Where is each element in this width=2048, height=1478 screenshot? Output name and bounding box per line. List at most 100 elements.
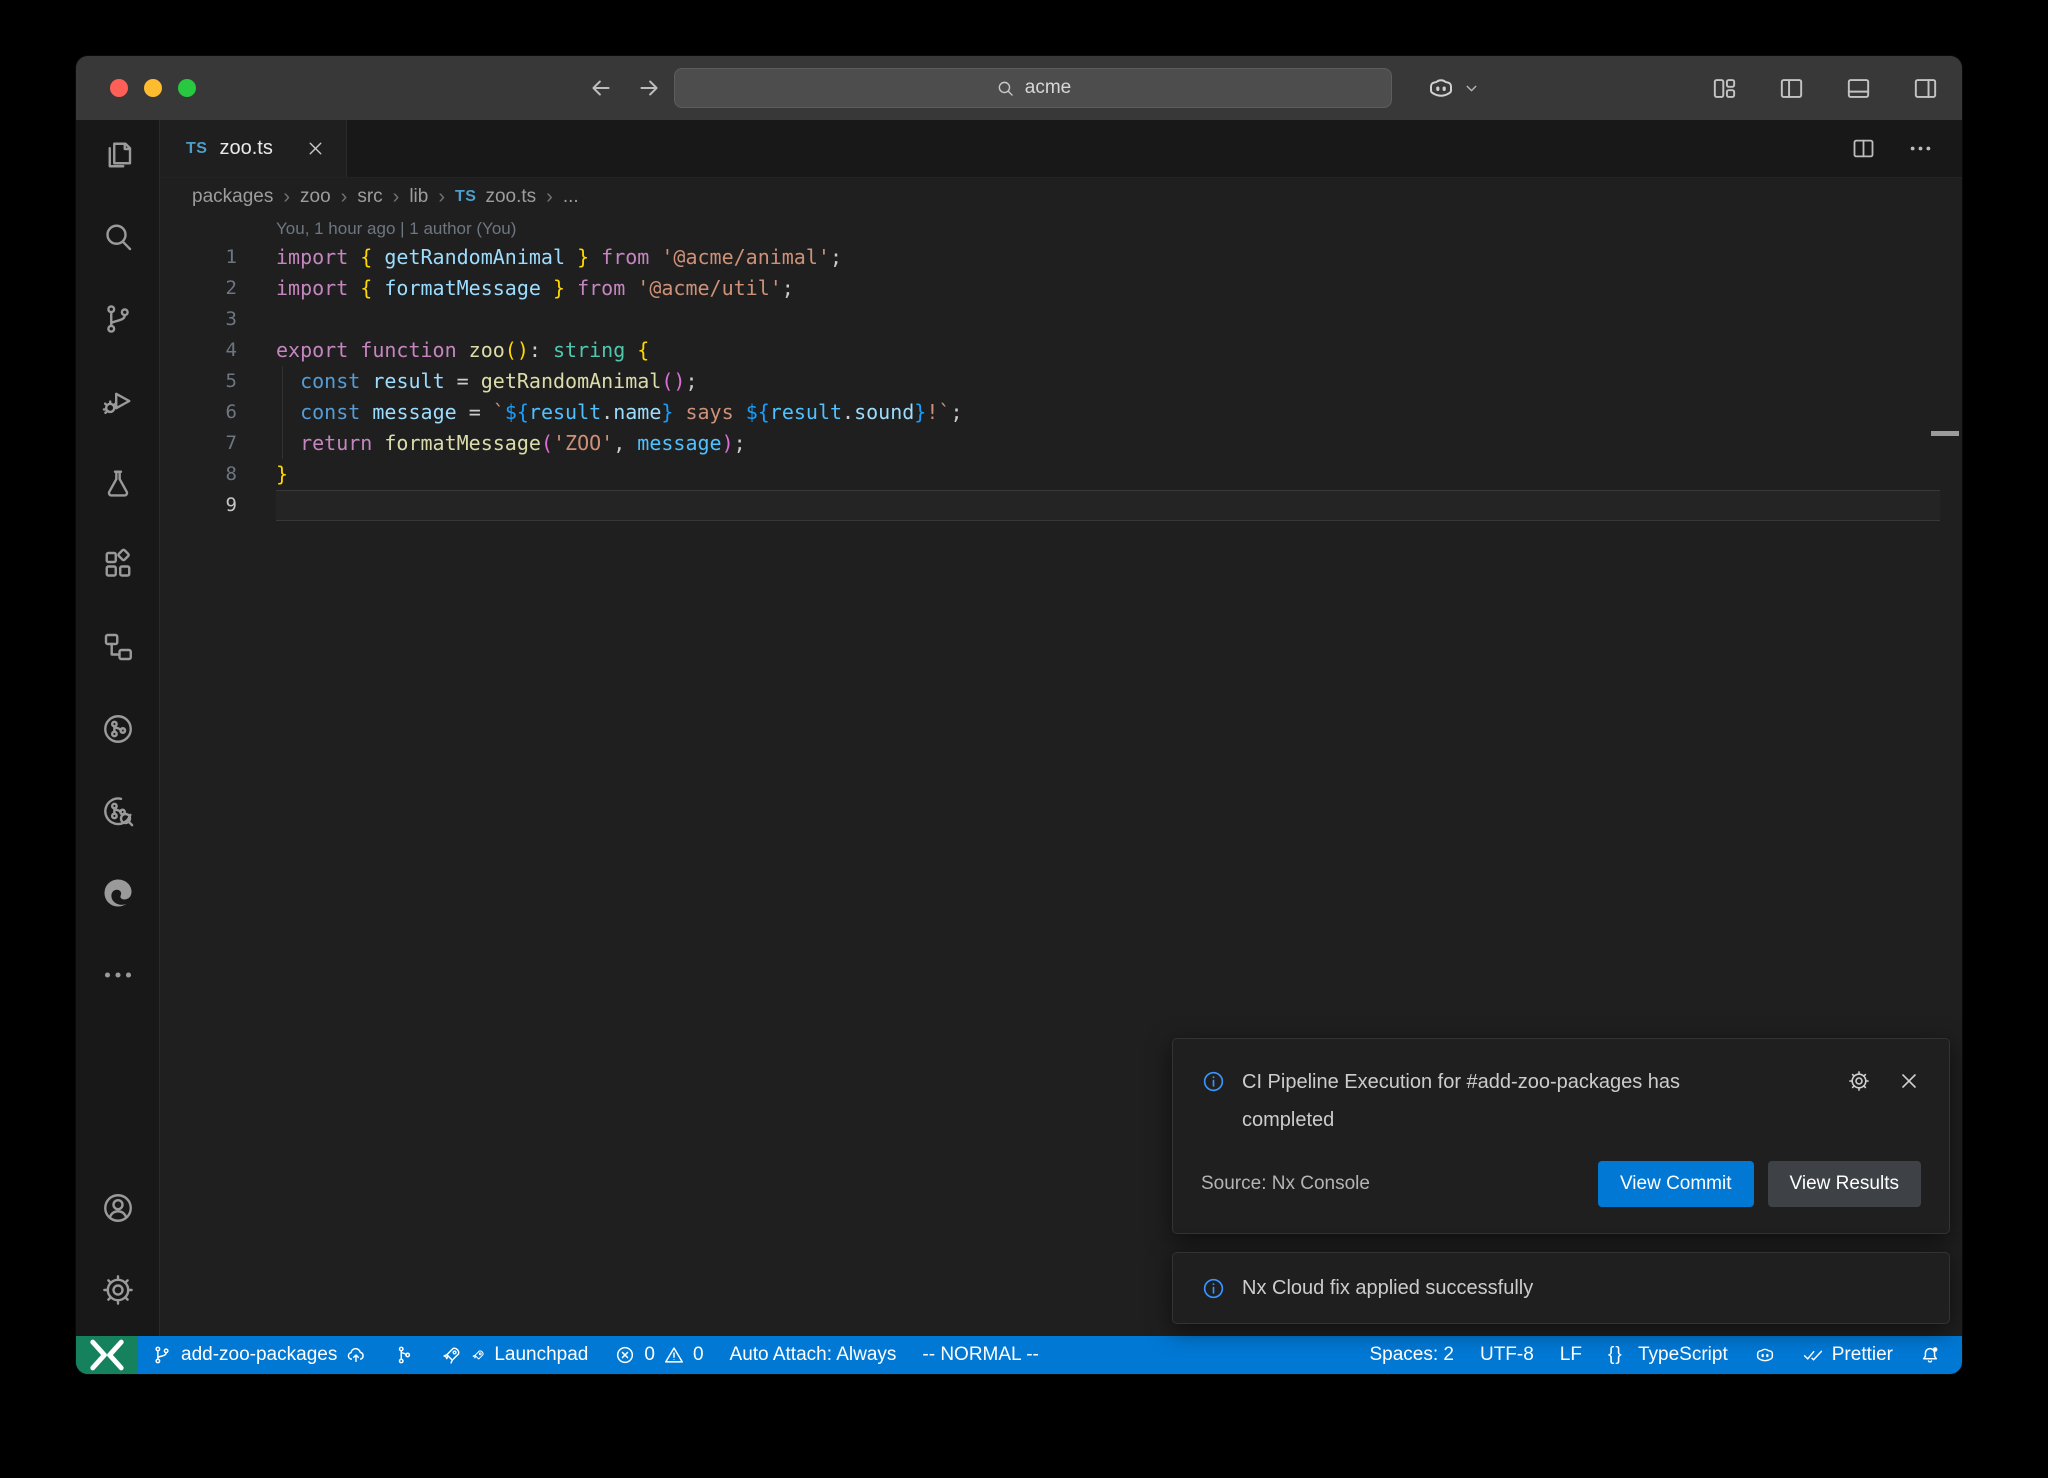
close-window-button[interactable] [110,79,128,97]
notifications-bell-item[interactable] [1906,1336,1954,1374]
vim-mode-item[interactable]: -- NORMAL -- [909,1336,1051,1374]
code-line[interactable]: 4export function zoo(): string { [160,335,1962,366]
copilot-status-item[interactable] [1741,1336,1789,1374]
auto-attach-item[interactable]: Auto Attach: Always [717,1336,910,1374]
line-content: import { formatMessage } from '@acme/uti… [276,273,794,304]
layout-controls [1710,56,1940,120]
activity-testing-button[interactable] [90,455,146,511]
code-line[interactable]: 8} [160,459,1962,490]
status-text: 0 [644,1344,655,1366]
command-center-search[interactable]: acme [674,68,1392,108]
activity-search-button[interactable] [90,209,146,265]
eol-item[interactable]: LF [1547,1336,1595,1374]
overview-ruler-mark [1931,431,1959,436]
git-branch-item[interactable]: add-zoo-packages [138,1336,380,1374]
code-line[interactable]: 7 return formatMessage('ZOO', message); [160,428,1962,459]
indentation-item[interactable]: Spaces: 2 [1356,1336,1467,1374]
rocket-small-icon [471,1348,486,1363]
code-line[interactable]: 1import { getRandomAnimal } from '@acme/… [160,242,1962,273]
line-content: const result = getRandomAnimal(); [276,366,698,397]
encoding-item[interactable]: UTF-8 [1467,1336,1547,1374]
line-content: export function zoo(): string { [276,335,649,366]
breadcrumb-item-packages[interactable]: packages [192,186,273,208]
tab-bar: TS zoo.ts [160,120,1962,178]
ts-file-icon: TS [186,140,207,158]
view-results-button[interactable]: View Results [1768,1161,1921,1207]
breadcrumb-separator: › [283,186,290,209]
status-text: -- NORMAL -- [922,1344,1038,1366]
line-content: const message = `${result.name} says ${r… [276,397,962,428]
activity-nx-console-button[interactable] [90,701,146,757]
warning-icon [663,1344,685,1366]
toggle-panel-icon[interactable] [1844,74,1873,103]
toggle-sidebar-icon[interactable] [1777,74,1806,103]
activity-edge-browser-button[interactable] [90,865,146,921]
notification-message: Nx Cloud fix applied successfully [1242,1277,1533,1300]
breadcrumb-item-zoo[interactable]: zoo [300,186,331,208]
copilot-menu[interactable] [1426,56,1480,120]
activity-extensions-button[interactable] [90,537,146,593]
testing-icon [100,465,136,501]
close-tab-icon[interactable] [305,138,326,159]
line-number: 3 [160,304,276,335]
breadcrumb-item-zoo-ts[interactable]: TSzoo.ts [455,186,536,208]
nx-graph-item[interactable] [380,1336,428,1374]
customize-layout-icon[interactable] [1710,74,1739,103]
code-line[interactable]: 2import { formatMessage } from '@acme/ut… [160,273,1962,304]
line-content: import { getRandomAnimal } from '@acme/a… [276,242,842,273]
ellipsis-icon [100,957,136,993]
notification-settings-icon[interactable] [1847,1069,1871,1093]
forward-icon[interactable] [636,75,662,101]
run-debug-icon [100,383,136,419]
notification-close-icon[interactable] [1897,1069,1921,1093]
source-control-icon [100,301,136,337]
code-line[interactable]: 5 const result = getRandomAnimal(); [160,366,1962,397]
history-nav [588,56,662,120]
status-text: LF [1560,1344,1582,1366]
traffic-lights [110,56,196,120]
info-icon [1201,1069,1226,1094]
tab-zoo-ts[interactable]: TS zoo.ts [160,120,347,177]
problems-item[interactable]: 00 [601,1336,716,1374]
code-line[interactable]: 6 const message = `${result.name} says $… [160,397,1962,428]
activity-nx-cloud-button[interactable] [90,783,146,839]
nx-console-icon [100,711,136,747]
breadcrumb-item-src[interactable]: src [357,186,382,208]
tab-label: zoo.ts [219,137,272,160]
line-number: 4 [160,335,276,366]
prettier-item[interactable]: Prettier [1789,1336,1906,1374]
language-item[interactable]: {}TypeScript [1595,1336,1741,1374]
error-icon [614,1344,636,1366]
activity-custom-view-button[interactable] [90,619,146,675]
activity-more-button[interactable] [90,947,146,1003]
double-check-icon [1802,1344,1824,1366]
line-content: } [276,459,288,490]
toggle-secondary-sidebar-icon[interactable] [1911,74,1940,103]
code-line[interactable]: 3 [160,304,1962,335]
breadcrumb-item-lib[interactable]: lib [409,186,428,208]
activity-run-debug-button[interactable] [90,373,146,429]
activity-accounts-button[interactable] [90,1180,146,1236]
status-text: add-zoo-packages [181,1344,337,1366]
line-number: 1 [160,242,276,273]
remote-icon [76,1324,138,1374]
split-editor-icon[interactable] [1850,135,1877,162]
ts-file-icon: TS [455,188,476,206]
nx-cloud-icon [100,793,136,829]
status-text: 0 [693,1344,704,1366]
minimize-window-button[interactable] [144,79,162,97]
activity-source-control-button[interactable] [90,291,146,347]
launchpad-item[interactable]: Launchpad [428,1336,601,1374]
notification-toast: CI Pipeline Execution for #add-zoo-packa… [1172,1038,1950,1234]
more-actions-icon[interactable] [1907,135,1934,162]
zoom-window-button[interactable] [178,79,196,97]
status-text: Prettier [1832,1344,1893,1366]
remote-indicator[interactable] [76,1336,138,1374]
back-icon[interactable] [588,75,614,101]
activity-explorer-button[interactable] [90,127,146,183]
breadcrumb-item--[interactable]: ... [563,186,579,208]
view-commit-button[interactable]: View Commit [1598,1161,1754,1207]
blame-annotation: You, 1 hour ago | 1 author (You) [160,216,1962,242]
status-bar: add-zoo-packagesLaunchpad00Auto Attach: … [76,1336,1962,1374]
activity-settings-button[interactable] [90,1262,146,1318]
